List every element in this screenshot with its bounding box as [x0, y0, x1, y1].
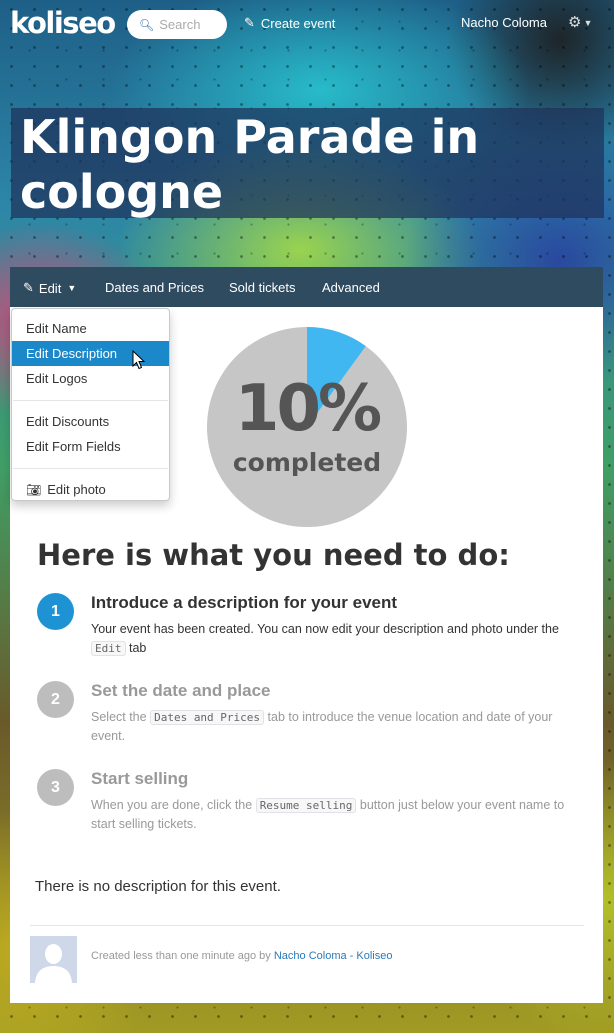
caret-down-icon: ▼: [67, 283, 77, 293]
create-event-link[interactable]: ✎ Create event: [244, 15, 335, 31]
tab-dates-and-prices[interactable]: Dates and Prices: [105, 280, 204, 295]
inline-code: Resume selling: [255, 798, 357, 813]
created-info: Created less than one minute ago by Nach…: [91, 950, 392, 962]
tab-advanced[interactable]: Advanced: [322, 280, 380, 295]
event-description-empty: There is no description for this event.: [35, 878, 281, 895]
menu-item-edit-name[interactable]: Edit Name: [12, 316, 169, 341]
author-link[interactable]: Nacho Coloma - Koliseo: [274, 950, 393, 962]
step-number-badge: 1: [37, 593, 74, 630]
gear-icon: ⚙: [568, 14, 582, 31]
search-input[interactable]: 🔍︎ Search: [127, 10, 227, 39]
settings-menu[interactable]: ⚙ ▼: [568, 13, 592, 31]
progress-label: completed: [232, 448, 382, 477]
caret-down-icon: ▼: [583, 18, 593, 29]
edit-icon: ✎: [23, 280, 34, 295]
menu-item-edit-photo[interactable]: 📷︎ Edit photo: [12, 477, 169, 502]
step-description-text: When you are done, click the: [91, 798, 253, 812]
menu-divider: [13, 468, 168, 469]
created-text: Created less than one minute ago by: [91, 950, 271, 962]
menu-item-edit-form-fields[interactable]: Edit Form Fields: [12, 434, 169, 459]
create-event-label: Create event: [260, 15, 336, 31]
inline-code: Dates and Prices: [150, 710, 265, 725]
search-icon: 🔍︎: [139, 17, 155, 32]
camera-icon: 📷︎: [26, 483, 42, 497]
user-silhouette-icon: [30, 936, 77, 983]
avatar[interactable]: [30, 936, 77, 983]
divider: [30, 925, 584, 926]
step-title: Set the date and place: [91, 681, 271, 700]
top-navbar: koliseo 🔍︎ Search ✎ Create event Nacho C…: [0, 0, 614, 48]
step-description: Select the Dates and Prices tab to intro…: [91, 708, 571, 746]
menu-item-edit-photo-label: Edit photo: [47, 482, 106, 497]
tab-sold-tickets[interactable]: Sold tickets: [229, 280, 295, 295]
inline-code: Edit: [91, 641, 126, 656]
step-description-text: Select the: [91, 710, 147, 724]
menu-item-edit-discounts[interactable]: Edit Discounts: [12, 409, 169, 434]
menu-divider: [13, 400, 168, 401]
step-description: When you are done, click the Resume sell…: [91, 796, 571, 834]
tab-edit-label: Edit: [38, 280, 62, 296]
event-tabbar: ✎ Edit ▼ Dates and Prices Sold tickets A…: [10, 267, 603, 307]
progress-percent: 10%: [234, 372, 382, 446]
step-description-text: tab: [128, 641, 147, 655]
step-number-badge: 2: [37, 681, 74, 718]
edit-dropdown-menu: Edit Name Edit Description Edit Logos Ed…: [11, 308, 170, 501]
todo-heading: Here is what you need to do:: [37, 538, 510, 572]
tab-edit[interactable]: ✎ Edit ▼: [23, 280, 76, 296]
mouse-pointer-icon: [132, 350, 146, 370]
event-title: Klingon Parade in cologne: [20, 110, 480, 219]
koliseo-logo[interactable]: koliseo: [10, 6, 116, 40]
edit-icon: ✎: [244, 15, 255, 30]
step-title: Start selling: [91, 769, 189, 788]
step-number-badge: 3: [37, 769, 74, 806]
step-title: Introduce a description for your event: [91, 593, 398, 612]
user-menu-link[interactable]: Nacho Coloma: [461, 15, 547, 30]
search-placeholder: Search: [159, 17, 201, 32]
step-description: Your event has been created. You can now…: [91, 620, 571, 658]
step-description-text: Your event has been created. You can now…: [91, 622, 559, 636]
